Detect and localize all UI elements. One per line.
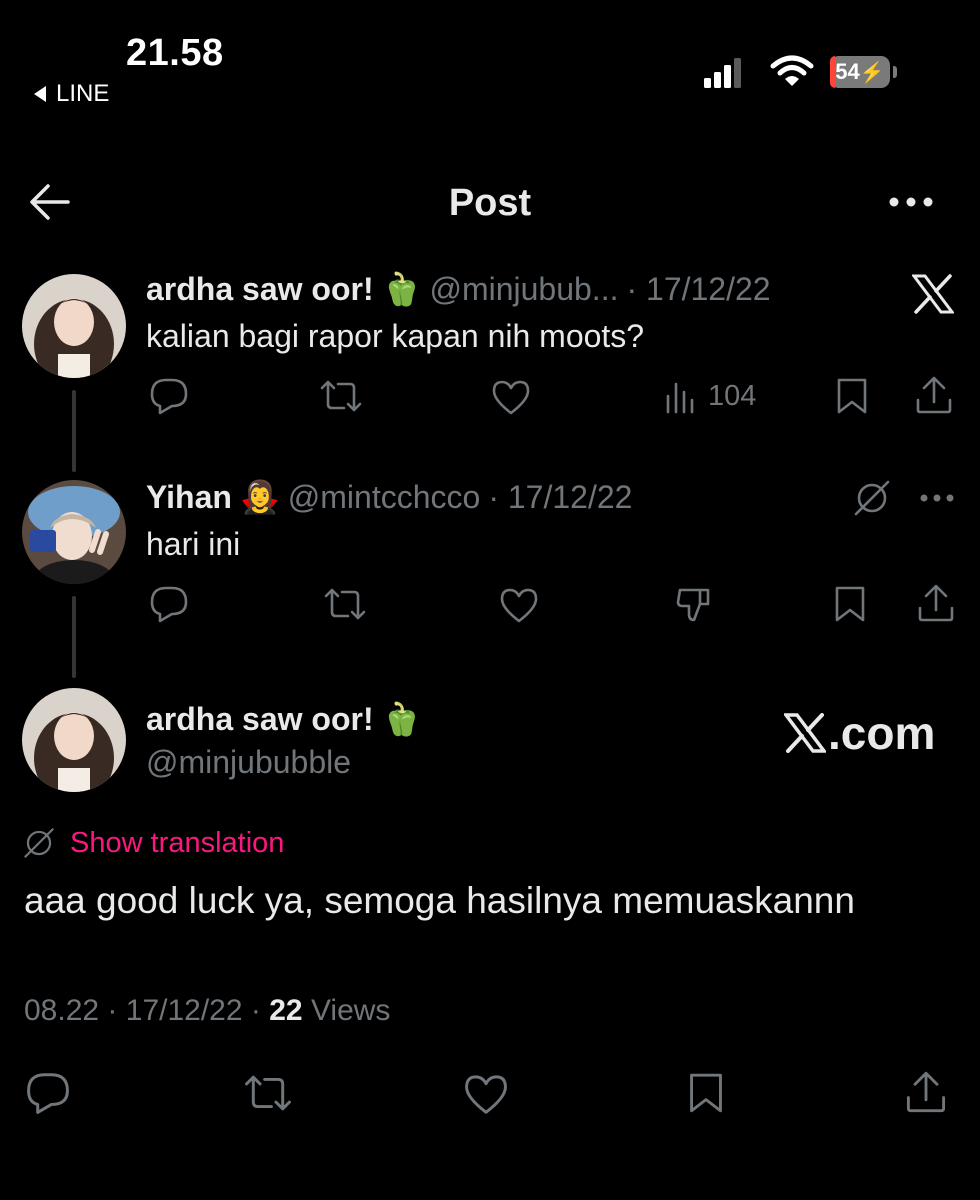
user-handle[interactable]: @minjubub...: [429, 271, 618, 308]
bookmark-icon[interactable]: [832, 584, 868, 624]
downvote-icon[interactable]: [674, 584, 716, 624]
post-time: 08.22: [24, 994, 100, 1027]
views-number: 104: [708, 379, 757, 412]
more-options-icon[interactable]: [887, 194, 935, 210]
views-count[interactable]: 104: [664, 378, 756, 414]
vampire-emoji: 🧛‍♀️: [239, 479, 280, 515]
cellular-signal-icon: [704, 58, 742, 88]
retweet-icon[interactable]: [322, 584, 368, 624]
thread-connector: [72, 596, 76, 678]
main-post-text: aaa good luck ya, semoga hasilnya memuas…: [24, 880, 855, 921]
bell-pepper-emoji: 🫑: [381, 701, 422, 737]
meta-separator: ·: [107, 994, 118, 1027]
avatar-yihan[interactable]: [22, 480, 126, 584]
battery-indicator: 54 ⚡: [830, 56, 890, 88]
tweet-more-icon[interactable]: [918, 492, 956, 504]
charging-bolt-icon: ⚡: [859, 61, 885, 84]
back-to-app-link[interactable]: LINE: [32, 80, 109, 108]
post-date: 17/12/22: [125, 994, 243, 1027]
back-triangle-icon: [32, 85, 48, 103]
translate-globe-icon[interactable]: [852, 478, 892, 518]
battery-level: 54: [835, 59, 860, 84]
status-time: 21.58: [126, 32, 224, 74]
translate-globe-icon: [22, 826, 56, 860]
reply-icon[interactable]: [148, 584, 190, 624]
wifi-icon: [770, 54, 814, 88]
post-meta: 08.22 · 17/12/22 · 22 Views: [24, 994, 390, 1028]
views-bar-chart-icon: [664, 378, 698, 414]
meta-separator: ·: [250, 994, 261, 1027]
tweet-date: · 17/12/22: [626, 270, 771, 307]
page-title: Post: [448, 182, 532, 224]
reply-icon[interactable]: [24, 1070, 72, 1116]
display-name[interactable]: Yihan: [146, 479, 232, 516]
user-handle[interactable]: @minjububble: [146, 744, 351, 781]
bookmark-icon[interactable]: [686, 1070, 726, 1116]
tweet-date: · 17/12/22: [488, 478, 633, 515]
views-label[interactable]: Views: [311, 994, 390, 1027]
tweet-header: ardha saw oor! 🫑 @minjubub... · 17/12/22: [146, 270, 771, 308]
x-com-watermark: .com: [784, 706, 935, 760]
tweet-text: kalian bagi rapor kapan nih moots?: [146, 318, 645, 354]
main-post-header: ardha saw oor! 🫑: [146, 700, 421, 738]
share-icon[interactable]: [916, 582, 956, 624]
bookmark-icon[interactable]: [834, 376, 870, 416]
back-app-label: LINE: [56, 80, 110, 107]
like-heart-icon[interactable]: [490, 378, 532, 416]
like-heart-icon[interactable]: [498, 586, 540, 624]
bell-pepper-emoji: 🫑: [381, 271, 422, 307]
display-name[interactable]: ardha saw oor!: [146, 701, 374, 738]
show-translation-label: Show translation: [70, 826, 285, 859]
watermark-text: .com: [828, 707, 936, 759]
tweet-header: Yihan 🧛‍♀️ @mintcchcco · 17/12/22: [146, 478, 632, 516]
avatar-ardha[interactable]: [22, 688, 126, 792]
thread-connector: [72, 390, 76, 472]
retweet-icon[interactable]: [242, 1070, 294, 1116]
retweet-icon[interactable]: [318, 376, 364, 416]
x-logo-icon: [784, 713, 826, 753]
share-icon[interactable]: [904, 1068, 948, 1116]
x-logo-icon: [912, 274, 954, 314]
share-icon[interactable]: [914, 374, 954, 416]
show-translation-button[interactable]: Show translation: [22, 826, 284, 860]
reply-icon[interactable]: [148, 376, 190, 416]
user-handle[interactable]: @mintcchcco: [288, 479, 481, 516]
display-name[interactable]: ardha saw oor!: [146, 271, 374, 308]
battery-tip: [893, 66, 897, 78]
views-count: 22: [269, 994, 303, 1027]
tweet-text: hari ini: [146, 526, 241, 562]
avatar-ardha[interactable]: [22, 274, 126, 378]
like-heart-icon[interactable]: [462, 1072, 510, 1116]
